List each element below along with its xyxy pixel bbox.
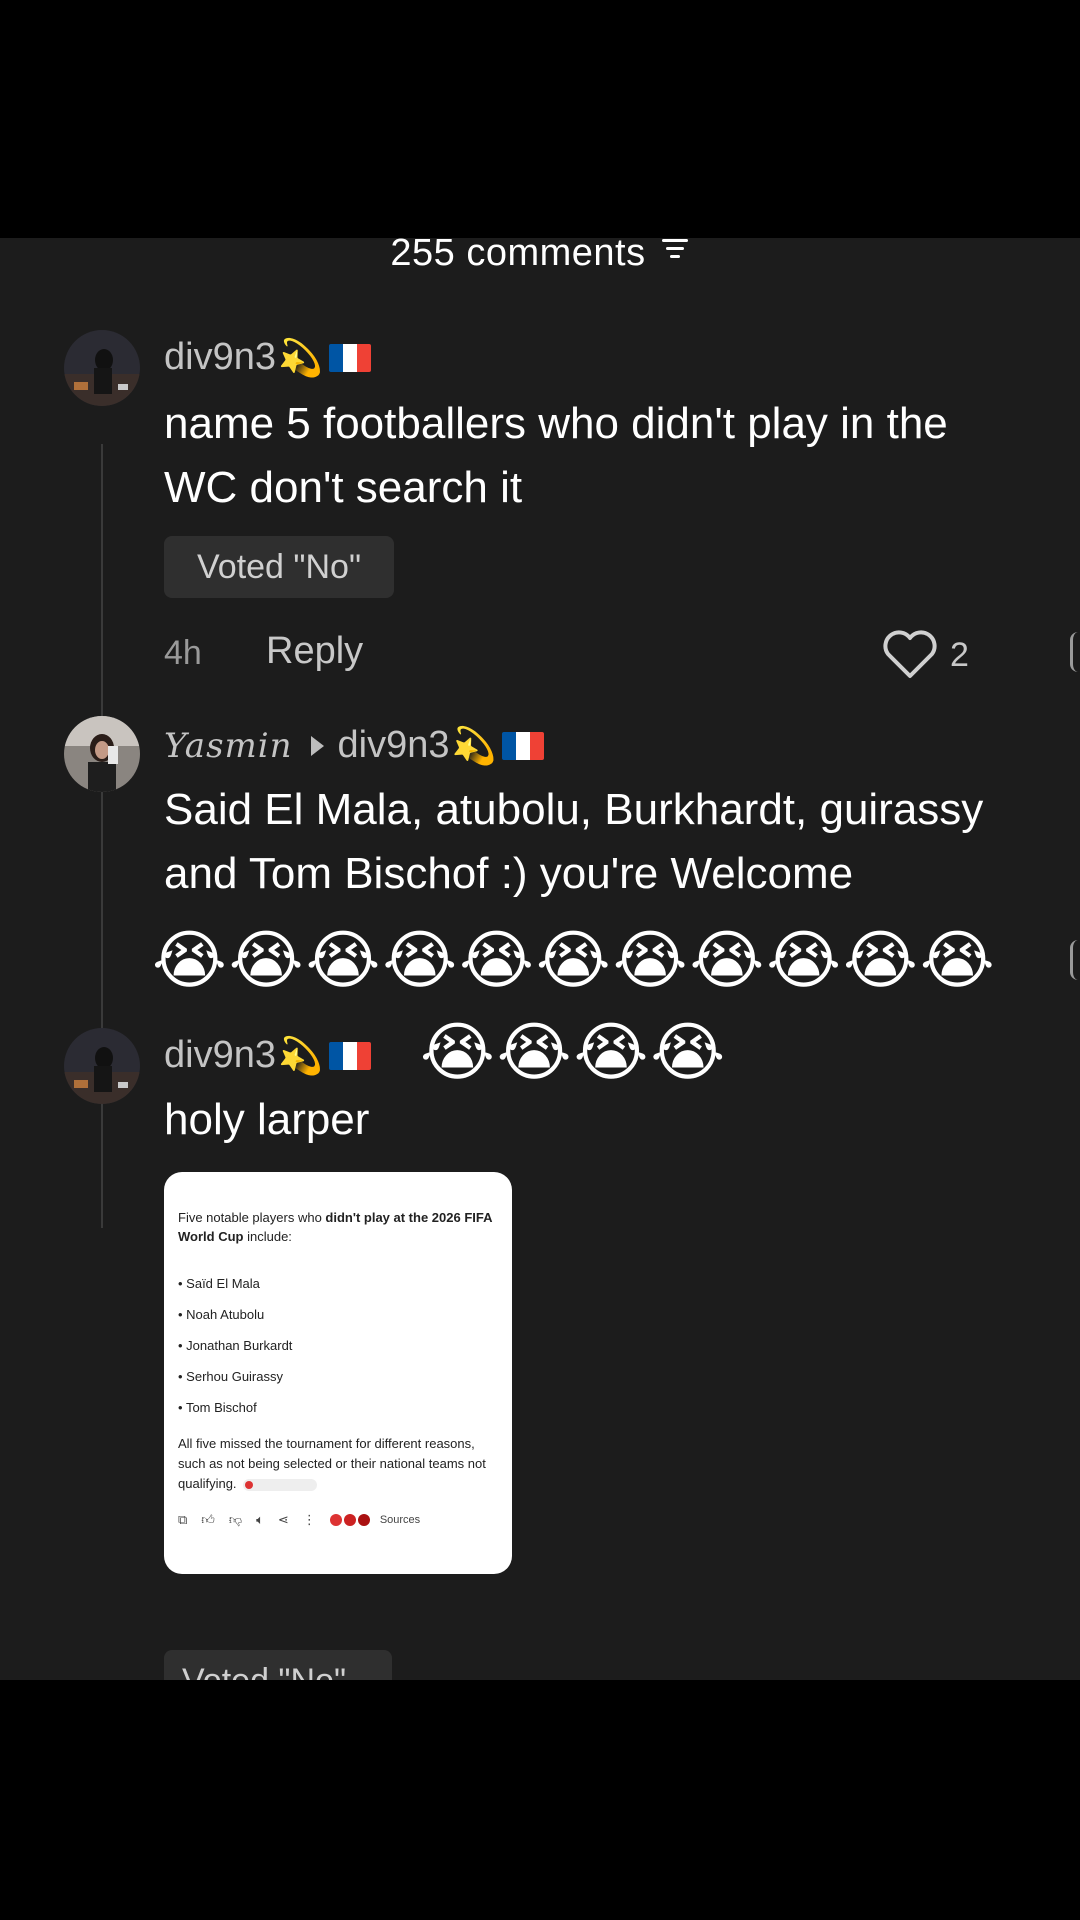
comment-text: Said El Mala, atubolu, Burkhardt, guiras…	[164, 785, 984, 898]
screenshot-intro: Five notable players who didn't play at …	[178, 1210, 493, 1244]
heart-icon[interactable]	[882, 628, 938, 680]
comment-username[interactable]: Yasmin div9n3 💫	[164, 724, 545, 767]
vote-chip: Voted "No"	[164, 536, 394, 598]
source-pill	[242, 1478, 317, 1491]
screenshot-player-list: Saïd El Mala Noah Atubolu Jonathan Burka…	[178, 1268, 292, 1423]
thumbs-down-icon: 👎︎	[228, 1512, 243, 1527]
username-text: Yasmin	[164, 725, 293, 766]
comment-text: name 5 footballers who didn't play in th…	[164, 399, 948, 512]
screenshot-outro: All five missed the tournament for diffe…	[178, 1436, 486, 1491]
dizzy-badge-icon: 💫	[451, 724, 497, 766]
comment-text: holy larper	[164, 1095, 370, 1144]
avatar[interactable]	[64, 1028, 140, 1104]
sort-lines-icon[interactable]	[660, 238, 690, 264]
crying-emoji-row: 😭😭😭😭	[420, 1016, 728, 1088]
avatar[interactable]	[64, 330, 140, 406]
dizzy-badge-icon: 💫	[277, 1034, 323, 1076]
bottom-black-bar	[0, 1680, 1080, 1920]
list-item: Serhou Guirassy	[178, 1361, 292, 1392]
comments-count-title: 255 comments	[390, 238, 646, 274]
comments-header: 255 comments	[0, 238, 1080, 278]
vote-chip: Voted "No"	[164, 1650, 392, 1680]
sources-label: Sources	[379, 1514, 421, 1526]
flag-france-icon	[328, 343, 371, 372]
comment-username[interactable]: div9n3 💫	[164, 1034, 371, 1077]
top-black-bar	[0, 0, 1080, 238]
comment-username[interactable]: div9n3 💫	[164, 336, 371, 379]
crying-emoji-row: 😭😭😭😭😭😭😭😭😭😭😭	[152, 924, 997, 996]
speaker-icon: 🔈︎	[256, 1512, 264, 1527]
username-text: div9n3	[164, 336, 276, 378]
comment-time: 4h	[164, 634, 202, 672]
reply-button[interactable]: Reply	[266, 630, 363, 673]
edge-dislike-icon[interactable]	[1070, 632, 1080, 672]
attached-screenshot[interactable]: Five notable players who didn't play at …	[164, 1172, 512, 1574]
reply-to-username: div9n3	[337, 724, 450, 766]
flag-france-icon	[502, 731, 545, 760]
source-dots-icon	[329, 1514, 372, 1526]
dizzy-badge-icon: 💫	[277, 336, 323, 378]
username-text: div9n3	[164, 1034, 276, 1076]
flag-france-icon	[328, 1041, 371, 1070]
list-item: Jonathan Burkardt	[178, 1330, 292, 1361]
reply-to-arrow-icon	[310, 735, 324, 756]
screenshot-toolbar: ⧉ 👍︎ 👎︎ 🔈︎ ⋖ ⋮ Sources	[178, 1512, 420, 1528]
comments-panel: 255 comments div9n3 💫 name 5 footballers…	[0, 238, 1080, 1680]
more-icon: ⋮	[302, 1512, 316, 1527]
list-item: Saïd El Mala	[178, 1268, 292, 1299]
list-item: Noah Atubolu	[178, 1299, 292, 1330]
edge-dislike-icon[interactable]	[1070, 940, 1080, 980]
thumbs-up-icon: 👍︎	[201, 1512, 215, 1527]
share-icon: ⋖	[277, 1512, 289, 1527]
like-count: 2	[950, 636, 969, 674]
avatar[interactable]	[64, 716, 140, 792]
list-item: Tom Bischof	[178, 1392, 292, 1423]
copy-icon: ⧉	[178, 1512, 188, 1527]
